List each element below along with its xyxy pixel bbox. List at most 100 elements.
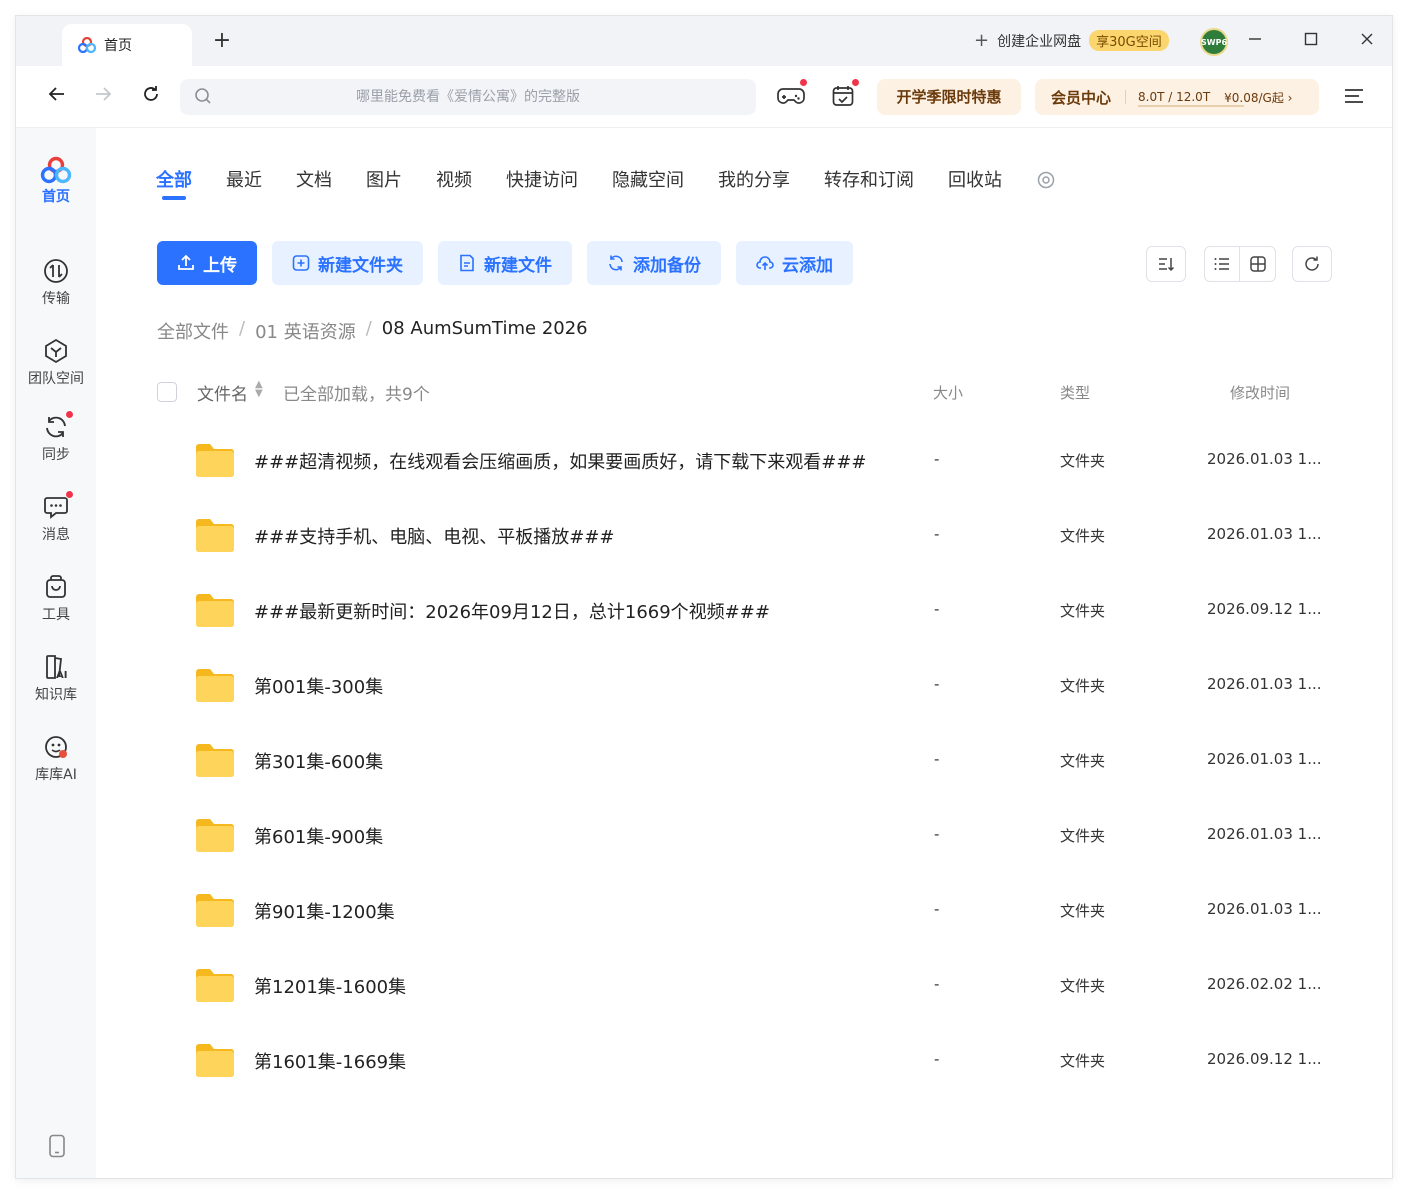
game-button[interactable] [775, 78, 808, 112]
file-name[interactable]: ###最新更新时间：2026年09月12日，总计1669个视频### [254, 598, 770, 624]
reload-list-button[interactable] [1292, 246, 1332, 282]
new-file-button[interactable]: 新建文件 [438, 241, 572, 285]
storage-usage-bar [1138, 105, 1245, 107]
file-modified-time: 2026.01.03 1... [1207, 900, 1322, 918]
cloud-add-button[interactable]: 云添加 [736, 241, 853, 285]
file-type: 文件夹 [1060, 602, 1106, 620]
refresh-icon [1305, 256, 1319, 271]
gamepad-icon [777, 88, 805, 104]
table-row[interactable]: ###支持手机、电脑、电视、平板播放### - 文件夹 2026.01.03 1… [157, 498, 1337, 573]
table-row[interactable]: 第901集-1200集 - 文件夹 2026.01.03 1... [157, 873, 1337, 948]
folder-icon [196, 594, 234, 627]
upload-button[interactable]: 上传 [157, 241, 257, 285]
refresh-icon [144, 86, 158, 101]
mobile-app-button[interactable] [48, 1134, 66, 1158]
avatar-text: SWP6 [1201, 37, 1228, 47]
column-header-type[interactable]: 类型 [1060, 382, 1090, 403]
sidebar-item-transfer[interactable]: 传输 [16, 258, 96, 308]
sidebar-item-team-space[interactable]: 团队空间 [16, 338, 96, 388]
breadcrumb-root[interactable]: 全部文件 [157, 318, 229, 344]
tab-my-shares[interactable]: 我的分享 [718, 166, 790, 196]
tab-saved-subscriptions[interactable]: 转存和订阅 [824, 166, 914, 196]
sort-arrows-icon[interactable]: ▲ ▼ [255, 380, 263, 399]
create-enterprise-button[interactable]: + 创建企业网盘 享30G空间 [974, 30, 1169, 51]
back-button[interactable] [42, 82, 72, 112]
file-name[interactable]: ###支持手机、电脑、电视、平板播放### [254, 523, 615, 549]
sidebar-item-sync[interactable]: 同步 [16, 410, 96, 464]
phone-icon [49, 1134, 65, 1158]
table-row[interactable]: 第601集-900集 - 文件夹 2026.01.03 1... [157, 798, 1337, 873]
loaded-count-note: 已全部加载，共9个 [283, 385, 430, 405]
sidebar-item-knowledge-base[interactable]: AI 知识库 [16, 654, 96, 704]
tab-all[interactable]: 全部 [156, 166, 192, 200]
column-header-size[interactable]: 大小 [933, 382, 963, 403]
breadcrumb-separator: / [239, 318, 246, 339]
table-row[interactable]: 第001集-300集 - 文件夹 2026.01.03 1... [157, 648, 1337, 723]
main-content: 全部 最近 文档 图片 视频 快捷访问 隐藏空间 我的分享 转存和订阅 回收站 … [96, 128, 1392, 1178]
tab-videos[interactable]: 视频 [436, 166, 472, 196]
search-bar[interactable] [180, 79, 756, 115]
folder-icon [196, 669, 234, 702]
folder-icon [196, 744, 234, 777]
sort-button[interactable] [1146, 246, 1186, 282]
column-header-modified[interactable]: 修改时间 [1230, 382, 1290, 403]
sidebar-item-tools[interactable]: 工具 [16, 574, 96, 624]
main-menu-button[interactable] [1342, 84, 1366, 108]
file-name[interactable]: 第1201集-1600集 [254, 973, 406, 999]
folder-icon [196, 894, 234, 927]
close-button[interactable] [1354, 28, 1380, 54]
avatar[interactable]: SWP6 [1200, 28, 1228, 56]
file-name[interactable]: ###超清视频，在线观看会压缩画质，如果要画质好，请下载下来观看### [254, 448, 867, 474]
checkin-button[interactable] [827, 78, 860, 112]
table-row[interactable]: ###超清视频，在线观看会压缩画质，如果要画质好，请下载下来观看### - 文件… [157, 423, 1337, 498]
file-name[interactable]: 第901集-1200集 [254, 898, 395, 924]
file-name[interactable]: 第1601集-1669集 [254, 1048, 406, 1074]
tab-images[interactable]: 图片 [366, 166, 402, 196]
tab-quick-access[interactable]: 快捷访问 [506, 166, 578, 196]
folder-icon [196, 969, 234, 1002]
maximize-button[interactable] [1298, 28, 1324, 54]
file-type: 文件夹 [1060, 677, 1106, 695]
folder-icon [196, 519, 234, 552]
nav-bar: 开学季限时特惠 会员中心 8.0T / 12.0T ¥0.08/G起 › [16, 66, 1392, 128]
maximize-icon [1304, 32, 1318, 46]
add-backup-button[interactable]: 添加备份 [587, 241, 721, 285]
file-type: 文件夹 [1060, 827, 1106, 845]
new-folder-button[interactable]: 新建文件夹 [272, 241, 423, 285]
grid-view-button[interactable] [1240, 247, 1275, 281]
sidebar-item-home[interactable]: 首页 [16, 156, 96, 206]
promo-button[interactable]: 开学季限时特惠 [877, 79, 1021, 115]
tab-recycle-bin[interactable]: 回收站 [948, 166, 1002, 196]
tools-icon [43, 574, 69, 600]
list-view-button[interactable] [1205, 247, 1241, 281]
file-name[interactable]: 第601集-900集 [254, 823, 383, 849]
breadcrumb-parent[interactable]: 01 英语资源 [255, 318, 356, 344]
tab-home[interactable]: 首页 [62, 24, 192, 66]
table-row[interactable]: 第301集-600集 - 文件夹 2026.01.03 1... [157, 723, 1337, 798]
file-name[interactable]: 第001集-300集 [254, 673, 383, 699]
minimize-button[interactable] [1242, 28, 1268, 54]
search-input[interactable] [180, 89, 756, 105]
refresh-button[interactable] [136, 82, 166, 112]
enterprise-promo-badge: 享30G空间 [1089, 30, 1169, 51]
new-tab-button[interactable]: + [210, 28, 234, 54]
menu-icon [1345, 89, 1363, 103]
minimize-icon [1249, 38, 1261, 40]
table-row[interactable]: 第1201集-1600集 - 文件夹 2026.02.02 1... [157, 948, 1337, 1023]
upload-label: 上传 [203, 255, 237, 276]
tab-documents[interactable]: 文档 [296, 166, 332, 196]
tab-settings-button[interactable] [1036, 166, 1056, 196]
tab-recent[interactable]: 最近 [226, 166, 262, 196]
column-header-name[interactable]: 文件名 [197, 380, 248, 405]
sidebar-item-kuku-ai[interactable]: 库库AI [16, 734, 96, 784]
file-type: 文件夹 [1060, 902, 1106, 920]
table-row[interactable]: ###最新更新时间：2026年09月12日，总计1669个视频### - 文件夹… [157, 573, 1337, 648]
cloud-add-label: 云添加 [782, 255, 833, 276]
sidebar-item-messages[interactable]: 消息 [16, 490, 96, 544]
select-all-checkbox[interactable] [157, 382, 177, 402]
vip-center-button[interactable]: 会员中心 8.0T / 12.0T ¥0.08/G起 › [1035, 79, 1319, 115]
forward-button[interactable] [88, 82, 118, 112]
table-row[interactable]: 第1601集-1669集 - 文件夹 2026.09.12 1... [157, 1023, 1337, 1098]
tab-hidden-space[interactable]: 隐藏空间 [612, 166, 684, 196]
file-name[interactable]: 第301集-600集 [254, 748, 383, 774]
